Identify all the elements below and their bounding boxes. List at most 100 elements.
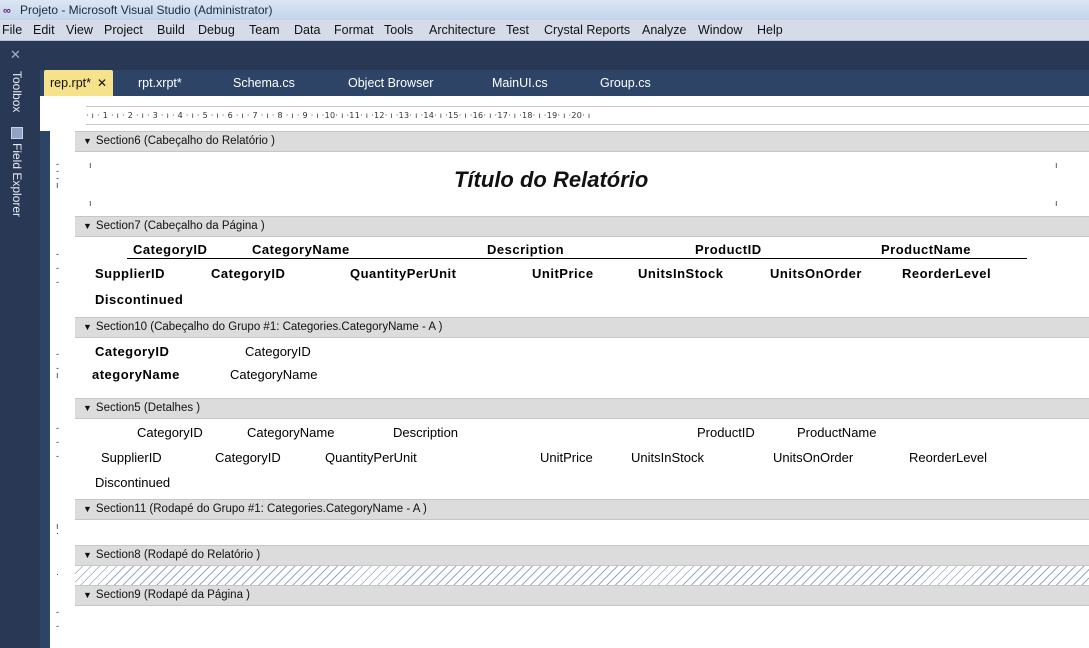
field-category-id[interactable]: CategoryID (215, 450, 281, 465)
collapse-triangle-icon[interactable]: ▼ (83, 221, 92, 231)
field-supplier-id[interactable]: SupplierID (101, 450, 162, 465)
menu-window[interactable]: Window (698, 23, 742, 37)
field-category-id[interactable]: CategoryID (211, 266, 285, 281)
field-supplier-id[interactable]: SupplierID (95, 266, 165, 281)
menu-data[interactable]: Data (294, 23, 320, 37)
field-quantity-per-unit[interactable]: QuantityPerUnit (325, 450, 417, 465)
ruler-marks: --- (56, 249, 59, 287)
field-description[interactable]: Description (487, 242, 564, 257)
section-label: Section5 (Detalhes ) (95, 402, 201, 414)
corner-mark: ı (89, 198, 92, 208)
menu-crystal-reports[interactable]: Crystal Reports (544, 23, 630, 37)
section-report-footer[interactable]: ▼ Section8 (Rodapé do Relatório ) (75, 545, 1089, 566)
ruler-marks: ı · (56, 521, 59, 538)
report-header-band: ı ı ı ı Título do Relatório (75, 152, 1089, 216)
field-explorer-icon (11, 127, 23, 139)
field-category-name-label[interactable]: ategoryName (92, 367, 180, 382)
menu-team[interactable]: Team (249, 23, 280, 37)
section-label: Section8 (Rodapé do Relatório ) (95, 549, 261, 561)
field-discontinued[interactable]: Discontinued (95, 475, 170, 490)
field-reorder-level[interactable]: ReorderLevel (909, 450, 987, 465)
field-category-name-value[interactable]: CategoryName (230, 367, 317, 382)
menu-help[interactable]: Help (757, 23, 783, 37)
field-unit-price[interactable]: UnitPrice (532, 266, 594, 281)
field-category-name[interactable]: CategoryName (247, 425, 334, 440)
menu-bar: File Edit View Project Build Debug Team … (0, 20, 1089, 41)
menu-build[interactable]: Build (157, 23, 185, 37)
field-units-in-stock[interactable]: UnitsInStock (631, 450, 704, 465)
details-band: CategoryID CategoryName Description Prod… (75, 419, 1089, 499)
close-icon[interactable]: ✕ (97, 76, 107, 90)
toolbox-tab[interactable]: Toolbox (10, 71, 24, 112)
field-units-in-stock[interactable]: UnitsInStock (638, 266, 723, 281)
report-title[interactable]: Título do Relatório (454, 167, 648, 193)
field-category-id[interactable]: CategoryID (133, 242, 207, 257)
collapse-triangle-icon[interactable]: ▼ (83, 550, 92, 560)
field-reorder-level[interactable]: ReorderLevel (902, 266, 991, 281)
report-canvas: ▼ Section6 (Cabeçalho do Relatório ) ı ı … (75, 131, 1089, 648)
tab-schema-cs[interactable]: Schema.cs (233, 70, 295, 96)
field-units-on-order[interactable]: UnitsOnOrder (773, 450, 853, 465)
collapse-triangle-icon[interactable]: ▼ (83, 136, 92, 146)
collapse-triangle-icon[interactable]: ▼ (83, 590, 92, 600)
field-product-id[interactable]: ProductID (695, 242, 762, 257)
field-category-id[interactable]: CategoryID (137, 425, 203, 440)
menu-project[interactable]: Project (104, 23, 143, 37)
menu-debug[interactable]: Debug (198, 23, 235, 37)
collapse-triangle-icon[interactable]: ▼ (83, 403, 92, 413)
menu-test[interactable]: Test (506, 23, 529, 37)
menu-tools[interactable]: Tools (384, 23, 413, 37)
tab-object-browser[interactable]: Object Browser (348, 70, 433, 96)
menu-format[interactable]: Format (334, 23, 374, 37)
corner-mark: ı (1055, 160, 1058, 170)
pin-icon[interactable]: ✕ (10, 47, 21, 63)
group-header-band: CategoryID CategoryID ategoryName Catego… (75, 338, 1089, 398)
field-units-on-order[interactable]: UnitsOnOrder (770, 266, 862, 281)
field-product-name[interactable]: ProductName (881, 242, 971, 257)
menu-architecture[interactable]: Architecture (429, 23, 496, 37)
window-title: Projeto - Microsoft Visual Studio (Admin… (20, 3, 273, 17)
collapse-triangle-icon[interactable]: ▼ (83, 322, 92, 332)
ruler-marks: ---ı (56, 159, 59, 190)
tab-group-cs[interactable]: Group.cs (600, 70, 651, 96)
document-tabs: rep.rpt* ✕ rpt.xrpt* Schema.cs Object Bro… (40, 70, 1089, 96)
tab-mainui-cs[interactable]: MainUI.cs (492, 70, 548, 96)
field-discontinued[interactable]: Discontinued (95, 292, 183, 307)
corner-mark: ı (1055, 198, 1058, 208)
title-bar: ∞ Projeto - Microsoft Visual Studio (Adm… (0, 0, 1089, 21)
section-group-footer[interactable]: ▼ Section11 (Rodapé do Grupo #1: Categori… (75, 499, 1089, 520)
menu-view[interactable]: View (66, 23, 93, 37)
field-category-id-label[interactable]: CategoryID (95, 344, 169, 359)
menu-file[interactable]: File (2, 23, 22, 37)
page-footer-band (75, 606, 1089, 648)
ruler-marks: --ı (56, 349, 59, 380)
section-page-header[interactable]: ▼ Section7 (Cabeçalho da Página ) (75, 216, 1089, 237)
horizontal-ruler: · ı · 1 · ı · 2 · ı · 3 · ı · 4 · ı · 5 … (86, 106, 1089, 125)
tab-rep-rpt[interactable]: rep.rpt* ✕ (44, 70, 114, 96)
left-gutter (40, 131, 50, 648)
collapse-triangle-icon[interactable]: ▼ (83, 504, 92, 514)
vertical-ruler: ---ı --- --ı --- ı · · -- (52, 131, 72, 648)
section-label: Section11 (Rodapé do Grupo #1: Categorie… (95, 503, 427, 515)
field-explorer-tab[interactable]: Field Explorer (10, 143, 24, 217)
section-group-header[interactable]: ▼ Section10 (Cabeçalho do Grupo #1: Categ… (75, 317, 1089, 338)
tab-label: rep.rpt* (50, 76, 91, 90)
field-unit-price[interactable]: UnitPrice (540, 450, 593, 465)
section-label: Section6 (Cabeçalho do Relatório ) (95, 135, 275, 147)
corner-mark: ı (89, 160, 92, 170)
tab-rpt-xrpt[interactable]: rpt.xrpt* (138, 70, 182, 96)
section-report-header[interactable]: ▼ Section6 (Cabeçalho do Relatório ) (75, 131, 1089, 152)
header-underline (127, 258, 1027, 259)
field-product-name[interactable]: ProductName (797, 425, 876, 440)
menu-edit[interactable]: Edit (33, 23, 55, 37)
field-description[interactable]: Description (393, 425, 458, 440)
field-category-name[interactable]: CategoryName (252, 242, 350, 257)
field-product-id[interactable]: ProductID (697, 425, 755, 440)
section-page-footer[interactable]: ▼ Section9 (Rodapé da Página ) (75, 585, 1089, 606)
ruler-marks: -- (56, 607, 59, 631)
field-quantity-per-unit[interactable]: QuantityPerUnit (350, 266, 456, 281)
field-category-id-value[interactable]: CategoryID (245, 344, 311, 359)
menu-analyze[interactable]: Analyze (642, 23, 686, 37)
ruler-marks: · (56, 569, 59, 579)
section-details[interactable]: ▼ Section5 (Detalhes ) (75, 398, 1089, 419)
